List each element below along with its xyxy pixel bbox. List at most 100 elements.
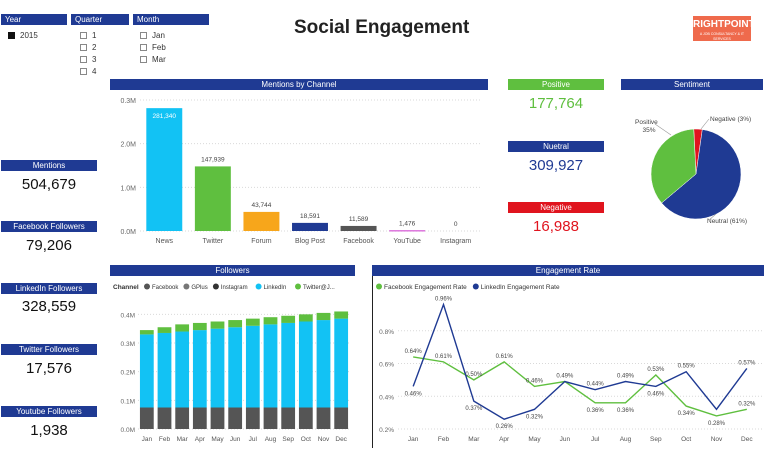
y-tick-label: 0.8% bbox=[379, 329, 394, 336]
legend-entry: LinkedIn bbox=[264, 285, 287, 291]
bar-segment-linkedin bbox=[316, 320, 331, 408]
line-series-linkedin bbox=[412, 302, 748, 420]
y-tick-label: 0.3M bbox=[121, 341, 135, 348]
bar-segment-linkedin bbox=[263, 324, 278, 408]
data-label: 0.53% bbox=[647, 367, 665, 373]
bar-segment-linkedin bbox=[334, 318, 349, 408]
legend-entry: LinkedIn Engagement Rate bbox=[481, 284, 560, 291]
data-label: 0 bbox=[454, 221, 458, 228]
data-label: 11,589 bbox=[349, 216, 369, 223]
checkbox-icon[interactable] bbox=[140, 56, 147, 63]
data-label: 18,591 bbox=[300, 213, 320, 220]
mentions-chart-title: Mentions by Channel bbox=[110, 79, 488, 90]
bar-segment-facebook bbox=[192, 407, 207, 429]
data-label: 0.46% bbox=[647, 391, 665, 397]
x-tick-label: YouTube bbox=[393, 238, 421, 245]
data-label: 0.36% bbox=[617, 408, 635, 414]
bar-segment-facebook bbox=[281, 407, 296, 429]
y-tick-label: 0.3M bbox=[120, 98, 136, 105]
x-tick-label: Sep bbox=[650, 436, 662, 443]
quarter-option-3[interactable]: 3 bbox=[80, 55, 96, 64]
bar-segment-facebook bbox=[298, 407, 313, 429]
data-label: 0.57% bbox=[738, 360, 756, 366]
x-tick-label: Facebook bbox=[343, 238, 374, 245]
year-option-label: 2015 bbox=[20, 31, 38, 40]
month-option-feb[interactable]: Feb bbox=[140, 43, 166, 52]
checkbox-icon[interactable] bbox=[140, 44, 147, 51]
data-label: 0.26% bbox=[496, 424, 514, 430]
x-tick-label: Jan bbox=[408, 436, 419, 443]
y-tick-label: 0.1M bbox=[121, 398, 135, 405]
legend-swatch-instagram bbox=[212, 283, 219, 290]
x-tick-label: Dec bbox=[741, 436, 753, 443]
neutral-card-title: Nuetral bbox=[508, 141, 604, 152]
quarter-slicer-header: Quarter bbox=[71, 14, 129, 25]
page-title: Social Engagement bbox=[294, 17, 470, 38]
bar-segment-facebook bbox=[139, 407, 154, 429]
company-logo: RIGHTPOINT A JOB CONSULTANCY & IT SERVIC… bbox=[693, 16, 755, 41]
bar-segment-twitterj bbox=[139, 330, 154, 335]
youtube-followers-card-title: Youtube Followers bbox=[1, 406, 97, 417]
bar-twitter bbox=[194, 166, 231, 231]
bar-segment-twitterj bbox=[298, 314, 313, 322]
checkbox-icon[interactable] bbox=[8, 32, 15, 39]
bar-segment-twitterj bbox=[281, 315, 296, 323]
data-label: 0.96% bbox=[435, 297, 453, 303]
bar-segment-linkedin bbox=[139, 334, 154, 408]
x-tick-label: Jun bbox=[560, 436, 571, 443]
bar-youtube bbox=[389, 230, 426, 232]
followers-stacked-chart[interactable]: Channel Facebook GPlus Instagram LinkedIn Twi… bbox=[110, 276, 355, 448]
quarter-option-1[interactable]: 1 bbox=[80, 31, 96, 40]
bar-segment-linkedin bbox=[192, 330, 207, 408]
quarter-option-2[interactable]: 2 bbox=[80, 43, 96, 52]
x-tick-label: Oct bbox=[681, 436, 691, 443]
month-option-label: Feb bbox=[152, 43, 166, 52]
followers-chart-title: Followers bbox=[110, 265, 355, 276]
x-tick-label: Aug bbox=[620, 436, 632, 443]
x-tick-label: Jan bbox=[142, 436, 153, 443]
quarter-option-label: 4 bbox=[92, 67, 97, 76]
checkbox-icon[interactable] bbox=[140, 32, 147, 39]
data-label: 0.55% bbox=[678, 364, 696, 370]
legend-entry: Facebook bbox=[152, 285, 179, 291]
checkbox-icon[interactable] bbox=[80, 44, 87, 51]
pie-label-positive-pct: 35% bbox=[642, 127, 655, 134]
checkbox-icon[interactable] bbox=[80, 32, 87, 39]
data-label: 0.36% bbox=[587, 408, 605, 414]
bar-facebook bbox=[340, 225, 377, 231]
y-tick-label: 1.0M bbox=[120, 185, 136, 192]
checkbox-icon[interactable] bbox=[80, 68, 87, 75]
data-label: 0.37% bbox=[465, 406, 483, 412]
bar-segment-facebook bbox=[245, 407, 260, 429]
quarter-option-4[interactable]: 4 bbox=[80, 67, 96, 76]
bar-news bbox=[146, 108, 183, 231]
checkbox-icon[interactable] bbox=[80, 56, 87, 63]
x-tick-label: Mar bbox=[177, 436, 189, 443]
bar-segment-facebook bbox=[334, 407, 349, 429]
legend-title: Channel bbox=[113, 284, 139, 291]
sentiment-pie-chart[interactable]: Positive35% Negative (3%) Neutral (61%) bbox=[621, 90, 767, 250]
x-tick-label: Jul bbox=[249, 436, 258, 443]
bar-segment-twitterj bbox=[175, 324, 190, 332]
legend-swatch-facebook bbox=[144, 283, 150, 290]
bar-segment-twitterj bbox=[263, 317, 278, 325]
bar-blog-post bbox=[292, 222, 328, 231]
mentions-by-channel-chart[interactable]: 0.0M 1.0M 2.0M 0.3M 281,340 News 147,939 Twitte… bbox=[110, 90, 488, 250]
year-option-2015[interactable]: 2015 bbox=[8, 31, 38, 40]
month-option-jan[interactable]: Jan bbox=[140, 31, 165, 40]
legend-swatch-gplus bbox=[183, 283, 190, 290]
year-slicer-header: Year bbox=[1, 14, 67, 25]
pie-leader-line bbox=[700, 118, 710, 130]
engagement-rate-chart[interactable]: Facebook Engagement Rate LinkedIn Engagem… bbox=[372, 276, 768, 448]
month-option-mar[interactable]: Mar bbox=[140, 55, 166, 64]
quarter-option-label: 2 bbox=[92, 43, 97, 52]
x-tick-label: Twitter bbox=[203, 238, 224, 245]
logo-wordmark: RIGHTPOINT bbox=[693, 19, 755, 30]
y-tick-label: 0.4M bbox=[121, 312, 135, 319]
x-tick-label: Forum bbox=[251, 238, 271, 245]
x-tick-label: Feb bbox=[438, 436, 450, 443]
x-tick-label: Oct bbox=[301, 436, 311, 443]
data-label: 281,340 bbox=[153, 113, 177, 120]
pie-label-neutral: Neutral (61%) bbox=[707, 218, 747, 225]
bar-forum bbox=[243, 211, 280, 231]
